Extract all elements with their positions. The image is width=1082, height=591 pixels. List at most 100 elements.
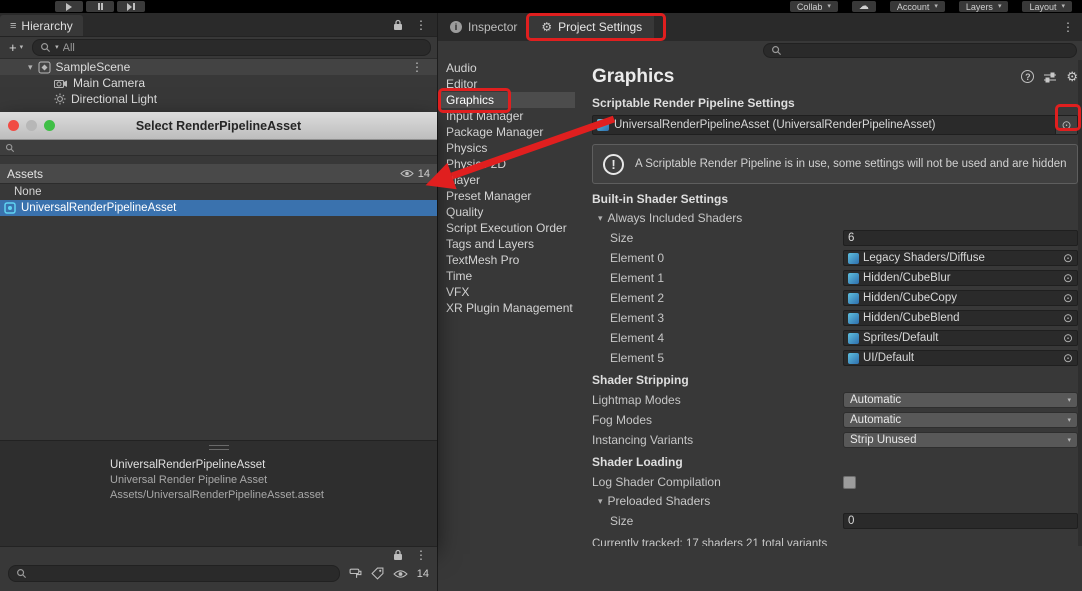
object-picker-icon[interactable]: ⊙	[1063, 272, 1073, 284]
foldout-always-included[interactable]: ▾ Always Included Shaders	[598, 211, 1078, 225]
settings-nav-textmesh-pro[interactable]: TextMesh Pro	[438, 252, 575, 268]
log-shader-compilation-checkbox[interactable]	[843, 475, 856, 489]
settings-search-input[interactable]	[786, 44, 1069, 57]
section-srp: Scriptable Render Pipeline Settings	[592, 96, 795, 110]
foldout-icon[interactable]: ▾	[28, 62, 33, 73]
object-picker-icon[interactable]: ⊙	[1063, 352, 1073, 364]
settings-nav-audio[interactable]: Audio	[438, 60, 575, 76]
instancing-variants-dropdown[interactable]: Strip Unused ▾	[843, 432, 1078, 448]
search-icon	[16, 568, 27, 579]
settings-nav-player[interactable]: Player	[438, 172, 575, 188]
size-field[interactable]: 6	[843, 230, 1078, 246]
pause-button[interactable]	[86, 1, 114, 12]
cloud-button[interactable]: ☁	[851, 1, 876, 12]
preloaded-size-field[interactable]: 0	[843, 513, 1078, 529]
lightmap-modes-label: Lightmap Modes	[592, 393, 681, 407]
layout-button[interactable]: Layout ▾	[1022, 1, 1072, 12]
srp-asset-field[interactable]: UniversalRenderPipelineAsset (UniversalR…	[592, 115, 1078, 135]
close-icon[interactable]	[8, 120, 19, 131]
minimize-icon[interactable]	[26, 120, 37, 131]
kebab-menu-icon[interactable]: ⋮	[415, 19, 427, 31]
assets-tab[interactable]: Assets	[7, 167, 43, 181]
settings-nav-vfx[interactable]: VFX	[438, 284, 575, 300]
settings-nav-xr-plugin-management[interactable]: XR Plugin Management	[438, 300, 575, 316]
foldout-preloaded-shaders[interactable]: ▾ Preloaded Shaders	[598, 494, 1078, 508]
bottom-search[interactable]	[8, 565, 340, 582]
scrollbar[interactable]	[1078, 60, 1082, 546]
fog-modes-dropdown[interactable]: Automatic ▾	[843, 412, 1078, 428]
shader-object-field[interactable]: Sprites/Default ⊙	[843, 330, 1078, 346]
settings-nav-physics-2d[interactable]: Physics 2D	[438, 156, 575, 172]
shader-icon	[848, 272, 859, 284]
shader-object-field[interactable]: Hidden/CubeCopy ⊙	[843, 290, 1078, 306]
object-picker-icon[interactable]: ⊙	[1063, 312, 1073, 324]
object-picker-icon[interactable]: ⊙	[1063, 292, 1073, 304]
help-icon[interactable]: ?	[1021, 70, 1035, 83]
search-icon	[5, 143, 15, 153]
shader-object-field[interactable]: UI/Default ⊙	[843, 350, 1078, 366]
shader-object-field[interactable]: Hidden/CubeBlur ⊙	[843, 270, 1078, 286]
play-button[interactable]	[55, 1, 83, 12]
settings-nav-quality[interactable]: Quality	[438, 204, 575, 220]
bottom-search-input[interactable]	[31, 567, 332, 580]
kebab-menu-icon[interactable]: ⋮	[411, 61, 437, 73]
play-icon	[66, 2, 72, 11]
lock-icon[interactable]	[393, 19, 403, 31]
gear-icon[interactable]: ⚙	[1066, 69, 1078, 85]
dialog-title: Select RenderPipelineAsset	[135, 118, 302, 133]
object-picker-icon[interactable]: ⊙	[1063, 332, 1073, 344]
hierarchy-tab[interactable]: ≡ Hierarchy	[0, 15, 83, 36]
shader-object-field[interactable]: Hidden/CubeBlend ⊙	[843, 310, 1078, 326]
create-button[interactable]: + ▾	[6, 40, 26, 55]
kebab-menu-icon[interactable]: ⋮	[1062, 21, 1074, 33]
label-icon[interactable]	[371, 567, 384, 580]
chevron-down-icon: ▾	[934, 3, 938, 10]
settings-nav-editor[interactable]: Editor	[438, 76, 575, 92]
list-item-none[interactable]: None	[0, 184, 437, 200]
hierarchy-toolbar: + ▾ ▾	[0, 37, 437, 59]
settings-nav-physics[interactable]: Physics	[438, 140, 575, 156]
scene-row[interactable]: ▾ SampleScene ⋮	[0, 59, 437, 75]
size-label: Size	[610, 231, 634, 245]
preloaded-size-label: Size	[610, 514, 634, 528]
settings-nav-tags-and-layers[interactable]: Tags and Layers	[438, 236, 575, 252]
foldout-icon: ▾	[598, 495, 603, 506]
element-label: Element 4	[610, 331, 665, 345]
hierarchy-item-main-camera[interactable]: Main Camera	[0, 75, 437, 91]
hierarchy-item-directional-light[interactable]: Directional Light	[0, 91, 437, 107]
kebab-menu-icon[interactable]: ⋮	[415, 549, 427, 561]
object-picker-icon[interactable]: ⊙	[1063, 252, 1073, 264]
settings-nav-input-manager[interactable]: Input Manager	[438, 108, 575, 124]
settings-nav-time[interactable]: Time	[438, 268, 575, 284]
section-loading: Shader Loading	[592, 455, 683, 469]
pause-icon	[97, 3, 100, 10]
dialog-search[interactable]	[0, 140, 437, 156]
element-label: Element 0	[610, 251, 665, 265]
settings-nav-preset-manager[interactable]: Preset Manager	[438, 188, 575, 204]
search-icon	[771, 45, 782, 56]
tab-inspector[interactable]: i Inspector	[438, 13, 529, 41]
object-picker-button[interactable]: ⊙	[1055, 116, 1077, 134]
chevron-down-icon: ▾	[1067, 436, 1071, 444]
info-icon: i	[450, 21, 462, 33]
tab-project-settings[interactable]: ⚙ Project Settings	[529, 13, 655, 41]
hierarchy-search[interactable]: ▾	[32, 39, 431, 56]
hierarchy-search-input[interactable]	[62, 41, 423, 54]
settings-nav-package-manager[interactable]: Package Manager	[438, 124, 575, 140]
shader-object-field[interactable]: Legacy Shaders/Diffuse ⊙	[843, 250, 1078, 266]
paint-icon[interactable]	[349, 567, 362, 580]
settings-nav-script-execution-order[interactable]: Script Execution Order	[438, 220, 575, 236]
lock-icon[interactable]	[393, 549, 403, 561]
settings-nav-graphics[interactable]: Graphics	[438, 92, 575, 108]
lightmap-modes-dropdown[interactable]: Automatic ▾	[843, 392, 1078, 408]
presets-icon[interactable]	[1043, 71, 1057, 83]
settings-search[interactable]	[763, 43, 1077, 58]
step-button[interactable]	[117, 1, 145, 12]
maximize-icon[interactable]	[44, 120, 55, 131]
shader-icon	[848, 252, 859, 264]
collab-button[interactable]: Collab ▾	[789, 1, 838, 12]
account-button[interactable]: Account ▾	[889, 1, 945, 12]
list-item-universalrenderpipelineasset[interactable]: UniversalRenderPipelineAsset	[0, 200, 437, 216]
eye-icon[interactable]	[393, 569, 408, 579]
layers-button[interactable]: Layers ▾	[958, 1, 1009, 12]
